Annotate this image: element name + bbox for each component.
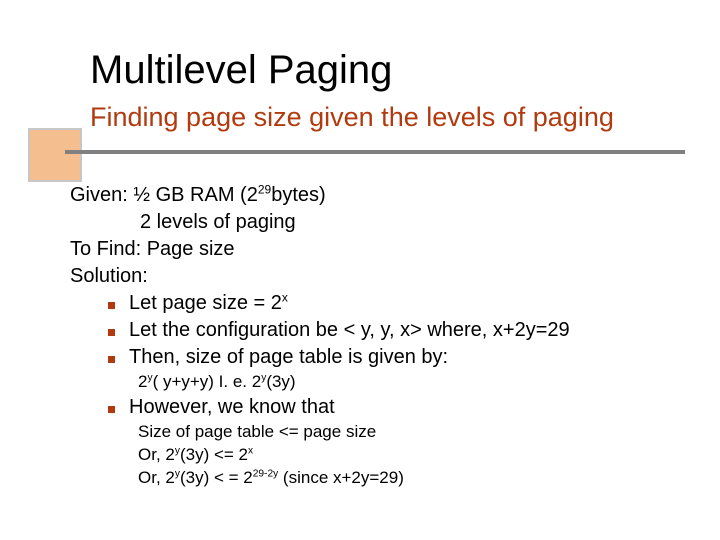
tofind-line: To Find: Page size	[70, 236, 670, 263]
bullet-1: Let page size = 2x	[70, 290, 670, 317]
equation-1: 2y( y+y+y) I. e. 2y(3y)	[70, 371, 670, 394]
equation-2: Size of page table <= page size	[70, 421, 670, 444]
eq3sup2: x	[248, 445, 253, 456]
eq4c: (since x+2y=29)	[278, 468, 404, 487]
slide-body: Given: ½ GB RAM (229bytes) 2 levels of p…	[70, 182, 670, 490]
bullet-2-text: Let the configuration be < y, y, x> wher…	[129, 317, 570, 344]
accent-horizontal-bar	[65, 150, 685, 154]
eq4b: (3y) < = 2	[180, 468, 253, 487]
equation-4: Or, 2y(3y) < = 229-2y (since x+2y=29)	[70, 467, 670, 490]
bullet-3-text: Then, size of page table is given by:	[129, 344, 448, 371]
b1a: Let page size = 2	[129, 292, 282, 314]
bullet-4-text: However, we know that	[129, 394, 335, 421]
slide: Multilevel Paging Finding page size give…	[0, 0, 720, 540]
bullet-3: Then, size of page table is given by:	[70, 344, 670, 371]
square-bullet-icon	[108, 356, 115, 363]
bullet-4: However, we know that	[70, 394, 670, 421]
given-line-2: 2 levels of paging	[70, 209, 670, 236]
accent-square	[28, 128, 82, 182]
eq4a: Or, 2	[138, 468, 175, 487]
given-label: Given:	[70, 184, 133, 206]
slide-subtitle: Finding page size given the levels of pa…	[90, 102, 614, 133]
b1sup: x	[282, 290, 288, 304]
square-bullet-icon	[108, 329, 115, 336]
bullet-1-text: Let page size = 2x	[129, 290, 288, 317]
eq1b: ( y+y+y) I. e. 2	[153, 372, 262, 391]
slide-title: Multilevel Paging	[90, 48, 392, 93]
given-line-1: Given: ½ GB RAM (229bytes)	[70, 182, 670, 209]
eq4sup2: 29-2y	[253, 468, 278, 479]
eq1c: (3y)	[266, 372, 295, 391]
given-text-1b: bytes)	[271, 184, 325, 206]
square-bullet-icon	[108, 302, 115, 309]
eq3a: Or, 2	[138, 445, 175, 464]
square-bullet-icon	[108, 406, 115, 413]
given-sup-1: 29	[258, 182, 271, 196]
given-text-1a: ½ GB RAM (2	[133, 184, 257, 206]
eq3b: (3y) <= 2	[180, 445, 248, 464]
solution-line: Solution:	[70, 263, 670, 290]
bullet-2: Let the configuration be < y, y, x> wher…	[70, 317, 670, 344]
equation-3: Or, 2y(3y) <= 2x	[70, 444, 670, 467]
